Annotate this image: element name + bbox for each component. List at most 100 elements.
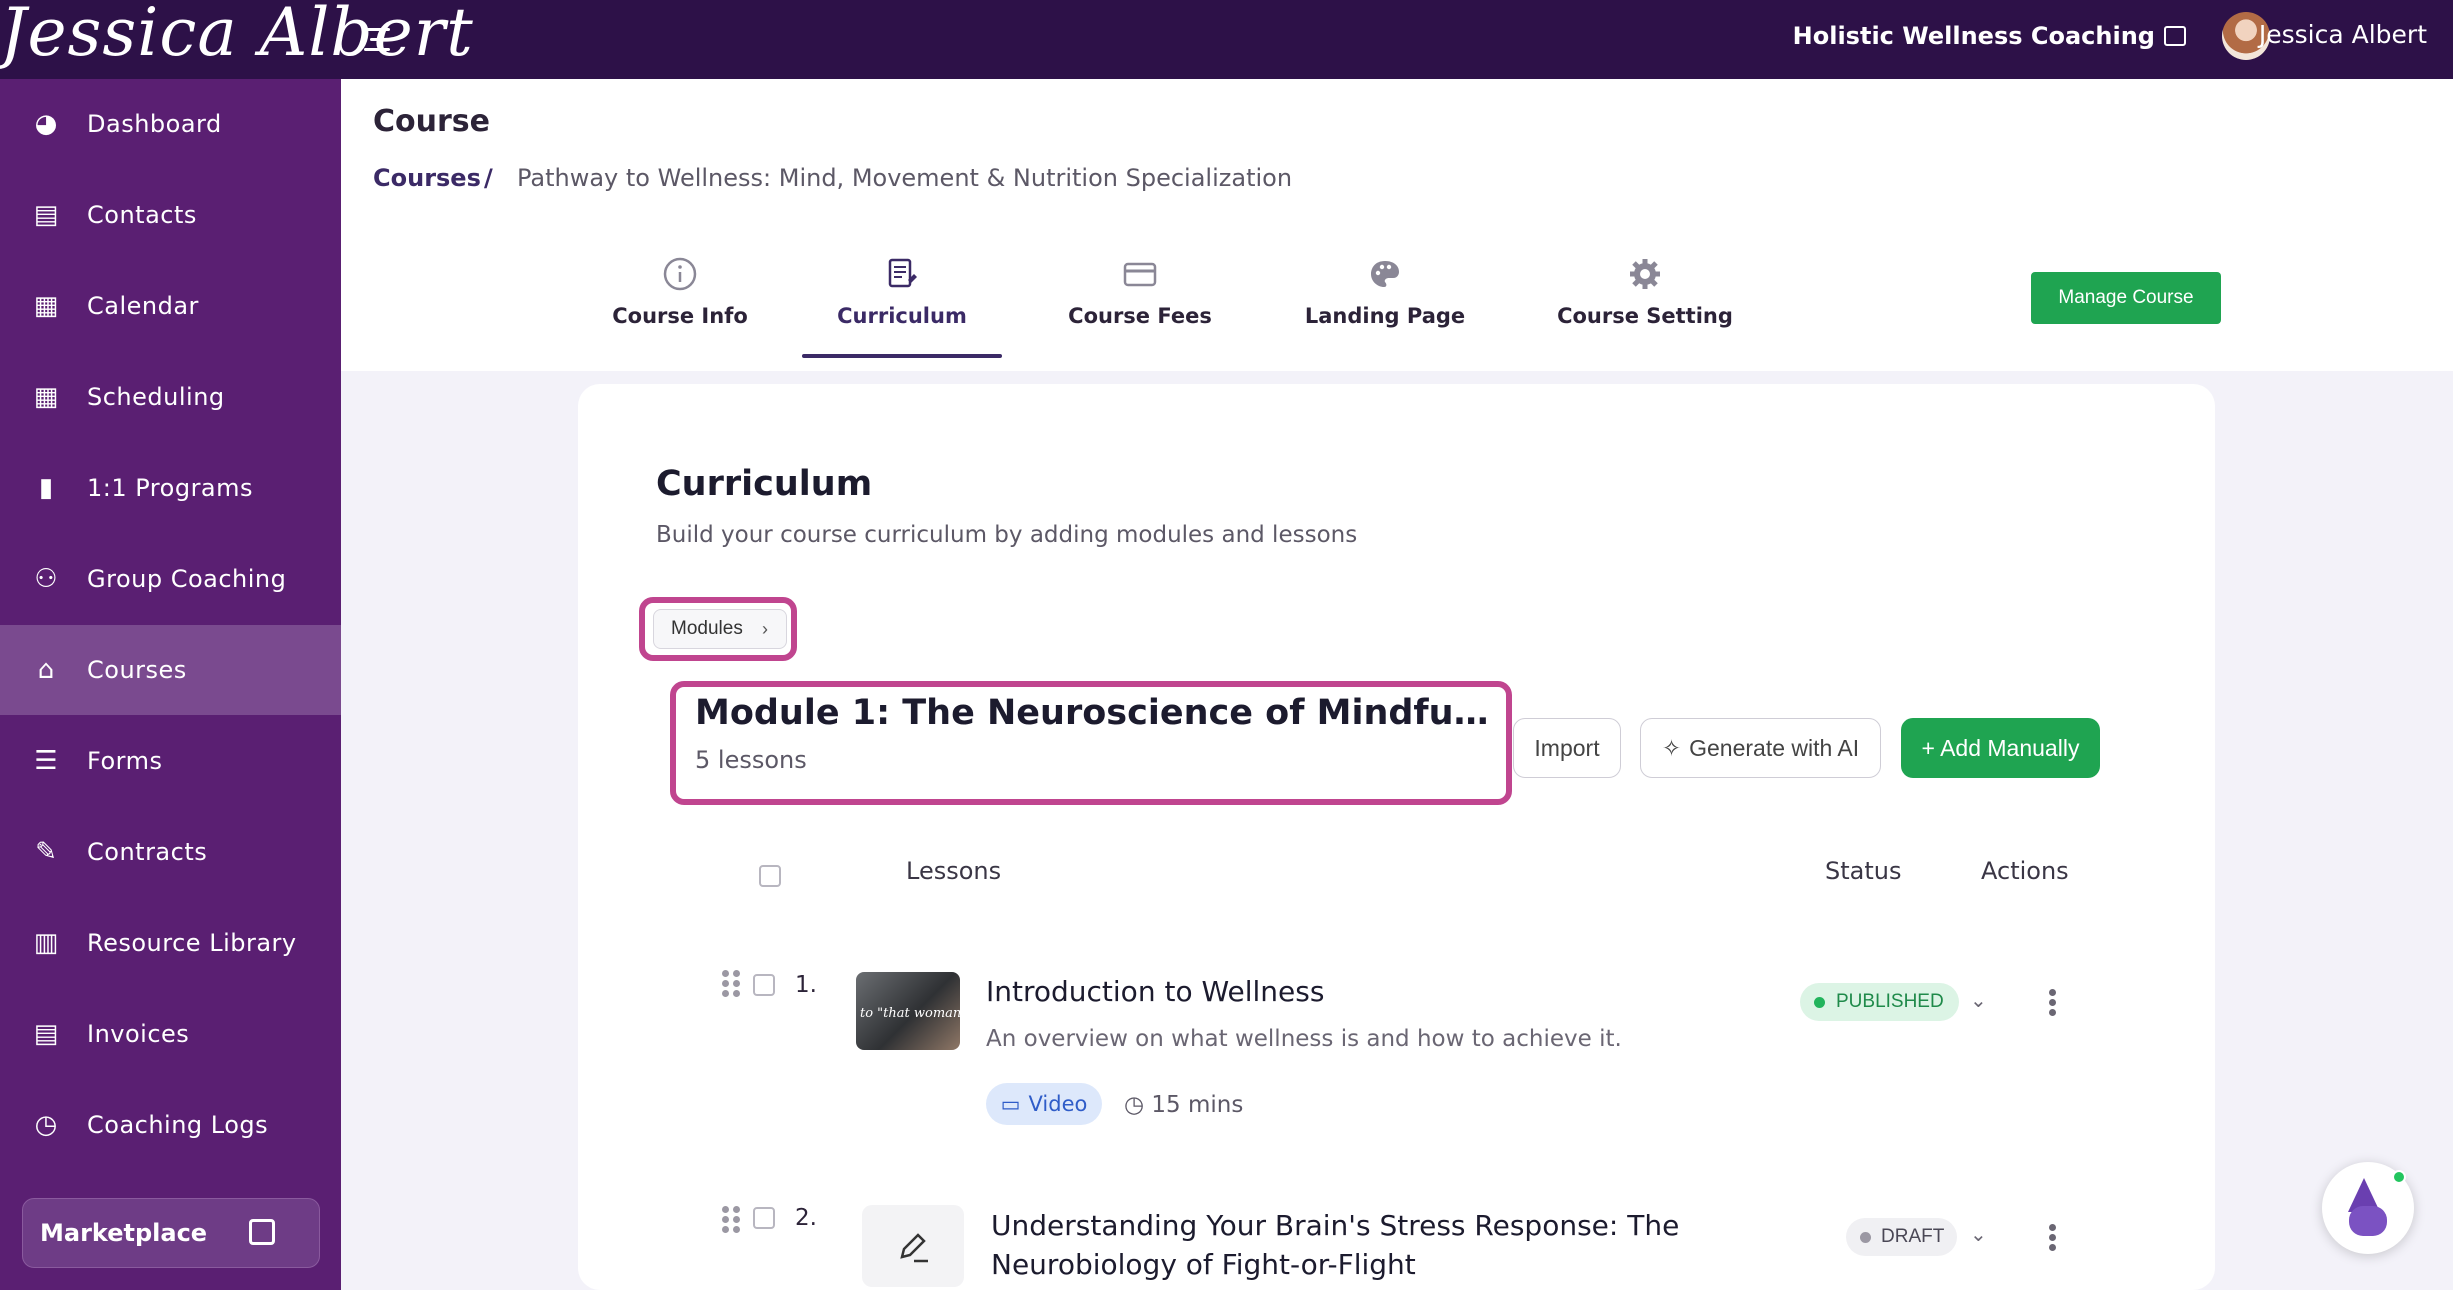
sidebar-item-label: Calendar xyxy=(87,292,199,320)
curriculum-icon xyxy=(888,258,917,288)
sidebar-item-label: Invoices xyxy=(87,1020,190,1048)
sidebar-item-coaching-logs[interactable]: ◷ Coaching Logs xyxy=(0,1080,341,1170)
forms-icon: ☰ xyxy=(34,746,58,776)
curriculum-title: Curriculum xyxy=(656,464,873,504)
add-manually-button[interactable]: + Add Manually xyxy=(1901,718,2100,778)
clock-icon: ◷ xyxy=(1124,1092,1152,1118)
marketplace-label: Marketplace xyxy=(40,1219,208,1247)
chevron-down-icon[interactable]: ⌄ xyxy=(1970,988,1987,1012)
lesson-checkbox[interactable] xyxy=(753,974,775,996)
group-icon: ⚇ xyxy=(34,564,58,594)
contract-sign-icon: ✎ xyxy=(35,837,57,867)
status-badge[interactable]: PUBLISHED xyxy=(1800,983,1959,1021)
chevron-right-icon: › xyxy=(762,619,768,639)
org-name[interactable]: Holistic Wellness Coaching xyxy=(1793,22,2155,50)
lesson-title[interactable]: Introduction to Wellness xyxy=(986,972,1324,1011)
palette-icon xyxy=(1371,261,1399,287)
page-title: Course xyxy=(373,104,490,139)
marketplace-button[interactable]: Marketplace xyxy=(22,1198,320,1268)
breadcrumb-courses-link[interactable]: Courses xyxy=(373,164,481,192)
sidebar: ◕ Dashboard ▤ Contacts ▦ Calendar ▦ Sche… xyxy=(0,79,341,1290)
briefcase-icon[interactable] xyxy=(2164,26,2186,46)
import-button[interactable]: Import xyxy=(1513,718,1621,778)
sidebar-item-label: 1:1 Programs xyxy=(87,474,254,502)
modules-chip-label: Modules xyxy=(671,618,743,639)
chevron-down-icon[interactable]: ⌄ xyxy=(1970,1222,1987,1246)
curriculum-subtitle: Build your course curriculum by adding m… xyxy=(656,522,1358,548)
tab-label: Curriculum xyxy=(837,304,967,328)
tab-course-fees[interactable]: Course Fees xyxy=(1060,250,1220,358)
book-icon: ▮ xyxy=(38,473,54,503)
tab-course-info[interactable]: Course Info xyxy=(600,250,760,358)
generate-with-ai-button[interactable]: ✧ Generate with AI xyxy=(1640,718,1881,778)
sidebar-item-label: Scheduling xyxy=(87,383,225,411)
curriculum-card xyxy=(578,384,2215,1290)
user-name[interactable]: Jessica Albert xyxy=(2259,20,2427,49)
bot-avatar-icon xyxy=(2349,1206,2387,1236)
sidebar-item-label: Contracts xyxy=(87,838,208,866)
lesson-number: 2. xyxy=(795,1205,817,1231)
breadcrumb-separator: / xyxy=(484,164,493,192)
pen-icon xyxy=(900,1233,928,1263)
sidebar-item-resource-library[interactable]: ▥ Resource Library xyxy=(0,898,341,988)
sidebar-item-label: Group Coaching xyxy=(87,565,287,593)
lesson-title[interactable]: Understanding Your Brain's Stress Respon… xyxy=(991,1206,1679,1284)
lesson-thumbnail xyxy=(862,1205,964,1287)
tab-label: Course Info xyxy=(612,304,748,328)
online-indicator xyxy=(2392,1170,2406,1184)
more-actions-icon[interactable] xyxy=(2049,1224,2057,1252)
tab-curriculum[interactable]: Curriculum xyxy=(802,250,1002,358)
sidebar-item-calendar[interactable]: ▦ Calendar xyxy=(0,261,341,351)
library-icon: ▥ xyxy=(33,928,59,958)
calendar-icon: ▦ xyxy=(33,291,59,321)
credit-card-icon xyxy=(1123,262,1157,287)
sidebar-item-programs[interactable]: ▮ 1:1 Programs xyxy=(0,443,341,533)
modules-breadcrumb-chip[interactable]: Modules › xyxy=(653,609,787,649)
breadcrumb-current: Pathway to Wellness: Mind, Movement & Nu… xyxy=(517,164,1293,192)
tab-landing-page[interactable]: Landing Page xyxy=(1300,250,1470,358)
lesson-title-line: Neurobiology of Fight-or-Flight xyxy=(991,1248,1416,1281)
invoice-icon: ▤ xyxy=(33,1019,59,1049)
lesson-number: 1. xyxy=(795,972,817,998)
menu-toggle-icon[interactable] xyxy=(364,26,396,54)
sidebar-item-label: Forms xyxy=(87,747,163,775)
logo[interactable]: Jessica Albert xyxy=(0,0,474,71)
clock-icon: ◷ xyxy=(34,1110,58,1140)
lesson-type-label: Video xyxy=(1028,1092,1088,1116)
sidebar-item-invoices[interactable]: ▤ Invoices xyxy=(0,989,341,1079)
module-lesson-count: 5 lessons xyxy=(695,746,807,774)
status-badge[interactable]: DRAFT xyxy=(1846,1218,1957,1256)
info-icon xyxy=(663,257,697,291)
manage-course-button[interactable]: Manage Course xyxy=(2031,272,2221,324)
assistant-bot-button[interactable] xyxy=(2322,1162,2414,1254)
sidebar-item-courses[interactable]: ⌂ Courses xyxy=(0,625,341,715)
tab-label: Course Fees xyxy=(1068,304,1212,328)
sidebar-item-label: Coaching Logs xyxy=(87,1111,269,1139)
column-header-actions: Actions xyxy=(1981,857,2069,885)
sidebar-item-contacts[interactable]: ▤ Contacts xyxy=(0,170,341,260)
column-header-lessons: Lessons xyxy=(906,857,1002,885)
lesson-title-line: Understanding Your Brain's Stress Respon… xyxy=(991,1209,1680,1242)
select-all-checkbox[interactable] xyxy=(759,865,781,887)
duration-label: 15 mins xyxy=(1151,1092,1244,1118)
sidebar-item-group-coaching[interactable]: ⚇ Group Coaching xyxy=(0,534,341,624)
lesson-checkbox[interactable] xyxy=(753,1207,775,1229)
lesson-thumbnail: to "that woman" xyxy=(856,972,960,1050)
sidebar-item-scheduling[interactable]: ▦ Scheduling xyxy=(0,352,341,442)
active-tab-indicator xyxy=(802,354,1002,358)
sidebar-item-contracts[interactable]: ✎ Contracts xyxy=(0,807,341,897)
scheduling-icon: ▦ xyxy=(33,382,59,412)
sidebar-item-dashboard[interactable]: ◕ Dashboard xyxy=(0,79,341,169)
generate-label: Generate with AI xyxy=(1689,734,1860,761)
drag-handle-icon[interactable] xyxy=(722,970,742,998)
lesson-description: An overview on what wellness is and how … xyxy=(986,1026,1622,1052)
drag-handle-icon[interactable] xyxy=(722,1206,742,1234)
top-bar: Jessica Albert Holistic Wellness Coachin… xyxy=(0,0,2453,79)
sidebar-item-label: Contacts xyxy=(87,201,197,229)
sidebar-item-label: Dashboard xyxy=(87,110,222,138)
tab-course-setting[interactable]: Course Setting xyxy=(1550,250,1740,358)
more-actions-icon[interactable] xyxy=(2049,989,2057,1017)
module-title[interactable]: Module 1: The Neuroscience of Mindfulnes… xyxy=(695,693,1497,733)
sidebar-item-forms[interactable]: ☰ Forms xyxy=(0,716,341,806)
sidebar-item-label: Courses xyxy=(87,656,187,684)
